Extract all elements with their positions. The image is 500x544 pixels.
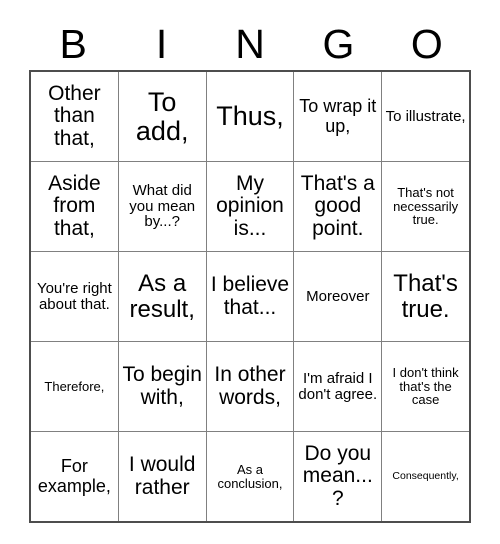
bingo-cell-label: Therefore, <box>44 378 105 394</box>
bingo-cell[interactable]: My opinion is... <box>205 162 294 251</box>
bingo-cell[interactable]: As a conclusion, <box>205 432 294 521</box>
bingo-header-letter-n: N <box>235 20 265 67</box>
bingo-cell[interactable]: Thus, <box>205 72 294 161</box>
bingo-cell[interactable]: I believe that... <box>205 252 294 341</box>
bingo-cell-label: In other words, <box>214 363 286 409</box>
bingo-cell[interactable]: That's not necessarily true. <box>381 162 469 251</box>
bingo-cell-label: Consequently, <box>392 469 459 482</box>
bingo-cell-label: I believe that... <box>210 273 290 319</box>
bingo-cell[interactable]: Do you mean...? <box>293 432 382 521</box>
bingo-cell[interactable]: To wrap it up, <box>293 72 382 161</box>
bingo-cell[interactable]: What did you mean by...? <box>117 162 206 251</box>
bingo-cell-label: Thus, <box>216 101 284 132</box>
bingo-cell-label: Aside from that, <box>48 172 101 240</box>
bingo-cell[interactable]: To illustrate, <box>381 72 469 161</box>
bingo-cell[interactable]: Other than that, <box>31 72 118 161</box>
bingo-row: Aside from that, What did you mean by...… <box>31 161 469 251</box>
bingo-cell[interactable]: As a result, <box>117 252 206 341</box>
bingo-cell-label: As a conclusion, <box>217 461 283 491</box>
bingo-cell[interactable]: That's a good point. <box>293 162 382 251</box>
bingo-cell[interactable]: You're right about that. <box>31 252 118 341</box>
bingo-row: Therefore, To begin with, In other words… <box>31 341 469 431</box>
bingo-cell[interactable]: Aside from that, <box>31 162 118 251</box>
bingo-cell[interactable]: I'm afraid I don't agree. <box>293 342 382 431</box>
bingo-cell-label: As a result, <box>129 270 195 323</box>
bingo-cell-label: I don't think that's the case <box>392 364 459 408</box>
bingo-cell-label: To illustrate, <box>385 107 466 125</box>
bingo-cell-label: That's true. <box>393 270 458 323</box>
bingo-cell[interactable]: In other words, <box>205 342 294 431</box>
bingo-header: B I N G O <box>29 18 471 70</box>
bingo-cell-label: To begin with, <box>122 363 202 409</box>
bingo-cell[interactable]: Moreover <box>293 252 382 341</box>
bingo-cell-label: Do you mean...? <box>302 442 373 510</box>
bingo-cell[interactable]: That's true. <box>381 252 469 341</box>
bingo-header-letter-i: I <box>155 20 168 67</box>
bingo-cell[interactable]: I would rather <box>117 432 206 521</box>
bingo-cell-label: Other than that, <box>48 82 101 150</box>
bingo-grid: Other than that, To add, Thus, To wrap i… <box>29 70 471 523</box>
bingo-cell-label: My opinion is... <box>216 172 284 240</box>
bingo-header-letter-o: O <box>410 20 443 67</box>
bingo-cell-label: You're right about that. <box>36 279 112 313</box>
bingo-cell-label: For example, <box>37 456 111 496</box>
bingo-cell-label: That's not necessarily true. <box>393 184 459 228</box>
bingo-header-letter-b: B <box>59 20 87 67</box>
bingo-cell-label: To wrap it up, <box>299 96 377 136</box>
bingo-card: B I N G O Other than that, To add, Thus,… <box>29 18 471 523</box>
bingo-header-letter-g: G <box>322 20 355 67</box>
bingo-cell[interactable]: For example, <box>31 432 118 521</box>
bingo-cell[interactable]: To add, <box>117 72 206 161</box>
bingo-cell-label: That's a good point. <box>300 172 375 240</box>
bingo-cell[interactable]: To begin with, <box>117 342 206 431</box>
bingo-cell-label: Moreover <box>306 287 370 305</box>
bingo-cell-label: To add, <box>135 86 189 146</box>
bingo-cell-label: I would rather <box>128 453 196 499</box>
bingo-cell[interactable]: I don't think that's the case <box>381 342 469 431</box>
bingo-row: You're right about that. As a result, I … <box>31 251 469 341</box>
bingo-row: For example, I would rather As a conclus… <box>31 431 469 521</box>
bingo-cell[interactable]: Consequently, <box>381 432 469 521</box>
bingo-cell[interactable]: Therefore, <box>31 342 118 431</box>
bingo-row: Other than that, To add, Thus, To wrap i… <box>31 72 469 161</box>
bingo-cell-label: I'm afraid I don't agree. <box>298 369 378 403</box>
bingo-cell-label: What did you mean by...? <box>129 181 196 231</box>
